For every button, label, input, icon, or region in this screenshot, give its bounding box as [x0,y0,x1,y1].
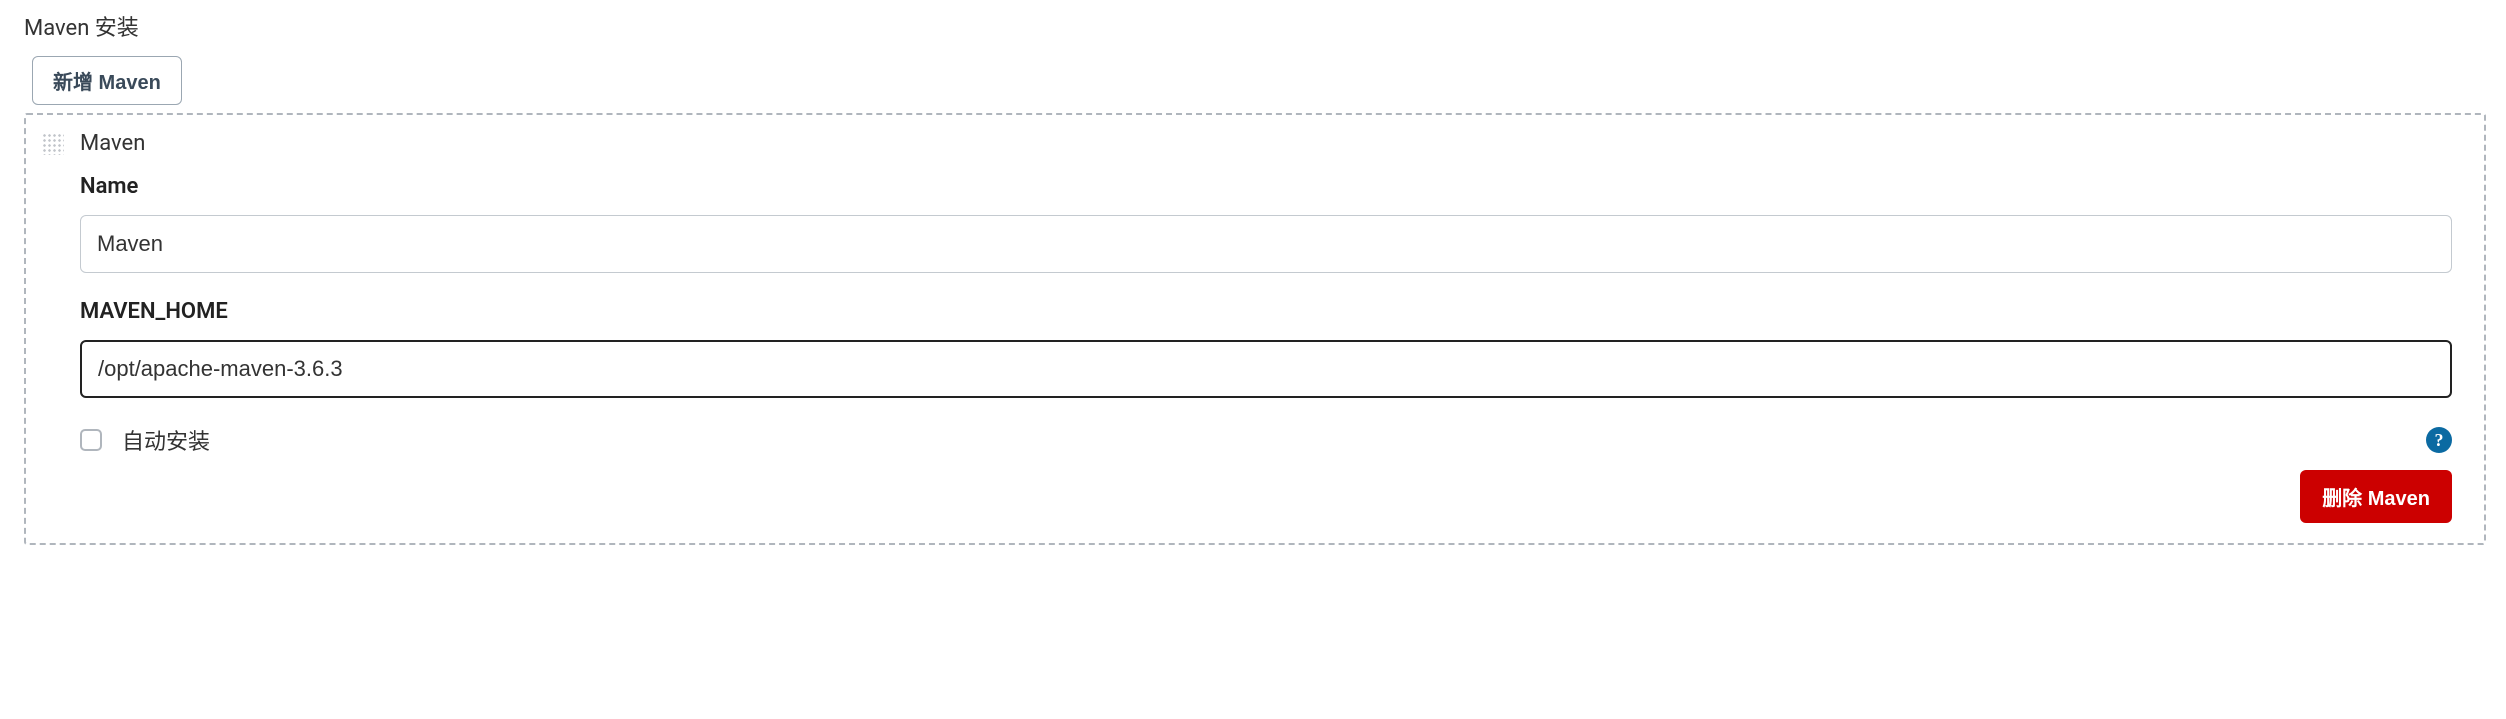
maven-home-input[interactable] [80,340,2452,398]
name-label: Name [80,174,2452,199]
delete-row: 删除 Maven [44,470,2452,523]
auto-install-left: 自动安装 [80,424,210,456]
delete-maven-button[interactable]: 删除 Maven [2300,470,2452,523]
auto-install-label[interactable]: 自动安装 [122,424,210,456]
drag-handle-icon[interactable] [42,133,64,155]
name-input[interactable] [80,215,2452,273]
maven-home-field-block: MAVEN_HOME [80,299,2452,398]
maven-installation-block: Maven Name MAVEN_HOME 自动安装 ? 删除 Maven [24,113,2486,545]
add-maven-button[interactable]: 新增 Maven [32,56,182,105]
name-field-block: Name [80,174,2452,273]
auto-install-row: 自动安装 ? [80,424,2452,456]
help-icon[interactable]: ? [2426,427,2452,453]
installation-header: Maven [80,131,2460,156]
maven-home-label: MAVEN_HOME [80,299,2452,324]
auto-install-checkbox[interactable] [80,429,102,451]
maven-install-section: Maven 安装 新增 Maven Maven Name MAVEN_HOME … [0,0,2506,565]
section-title: Maven 安装 [24,10,2486,42]
